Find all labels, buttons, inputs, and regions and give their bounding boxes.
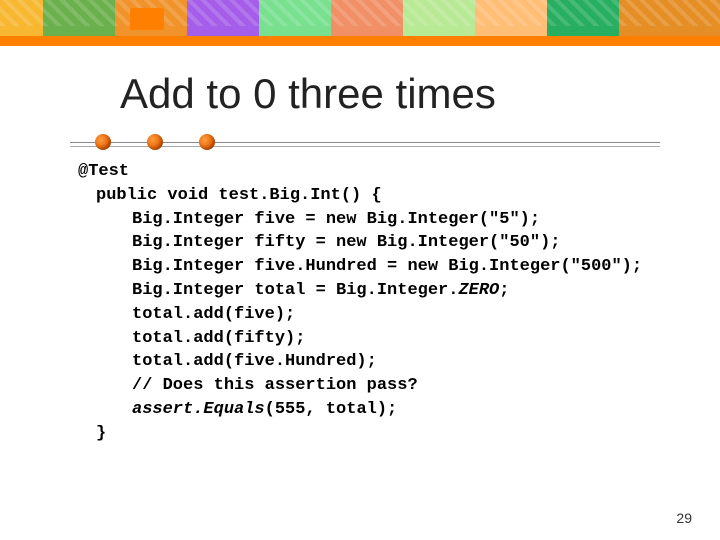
code-assert: assert.Equals [132, 400, 265, 419]
code-line: Big.Integer five = new Big.Integer("5"); [78, 208, 660, 232]
header-banner [0, 0, 720, 46]
code-line: @Test [78, 160, 660, 184]
bullet-dot-icon [95, 134, 111, 150]
code-line: Big.Integer fifty = new Big.Integer("50"… [78, 231, 660, 255]
code-text: ; [499, 281, 509, 300]
code-line: } [78, 422, 660, 446]
code-line: total.add(five.Hundred); [78, 350, 660, 374]
code-text: (555, total); [265, 400, 398, 419]
code-block: @Test public void test.Big.Int() { Big.I… [78, 160, 660, 446]
decorative-divider [70, 136, 660, 152]
code-comment: // Does this assertion pass? [78, 374, 660, 398]
code-line: Big.Integer total = Big.Integer.ZERO; [78, 279, 660, 303]
code-line: assert.Equals(555, total); [78, 398, 660, 422]
bullet-dot-icon [147, 134, 163, 150]
code-constant: ZERO [458, 281, 499, 300]
code-text: Big.Integer total = Big.Integer. [132, 281, 458, 300]
code-line: public void test.Big.Int() { [78, 184, 660, 208]
slide-title: Add to 0 three times [120, 70, 660, 118]
code-line: Big.Integer five.Hundred = new Big.Integ… [78, 255, 660, 279]
code-line: total.add(fifty); [78, 327, 660, 351]
code-line: total.add(five); [78, 303, 660, 327]
page-number: 29 [676, 510, 692, 526]
bullet-dot-icon [199, 134, 215, 150]
